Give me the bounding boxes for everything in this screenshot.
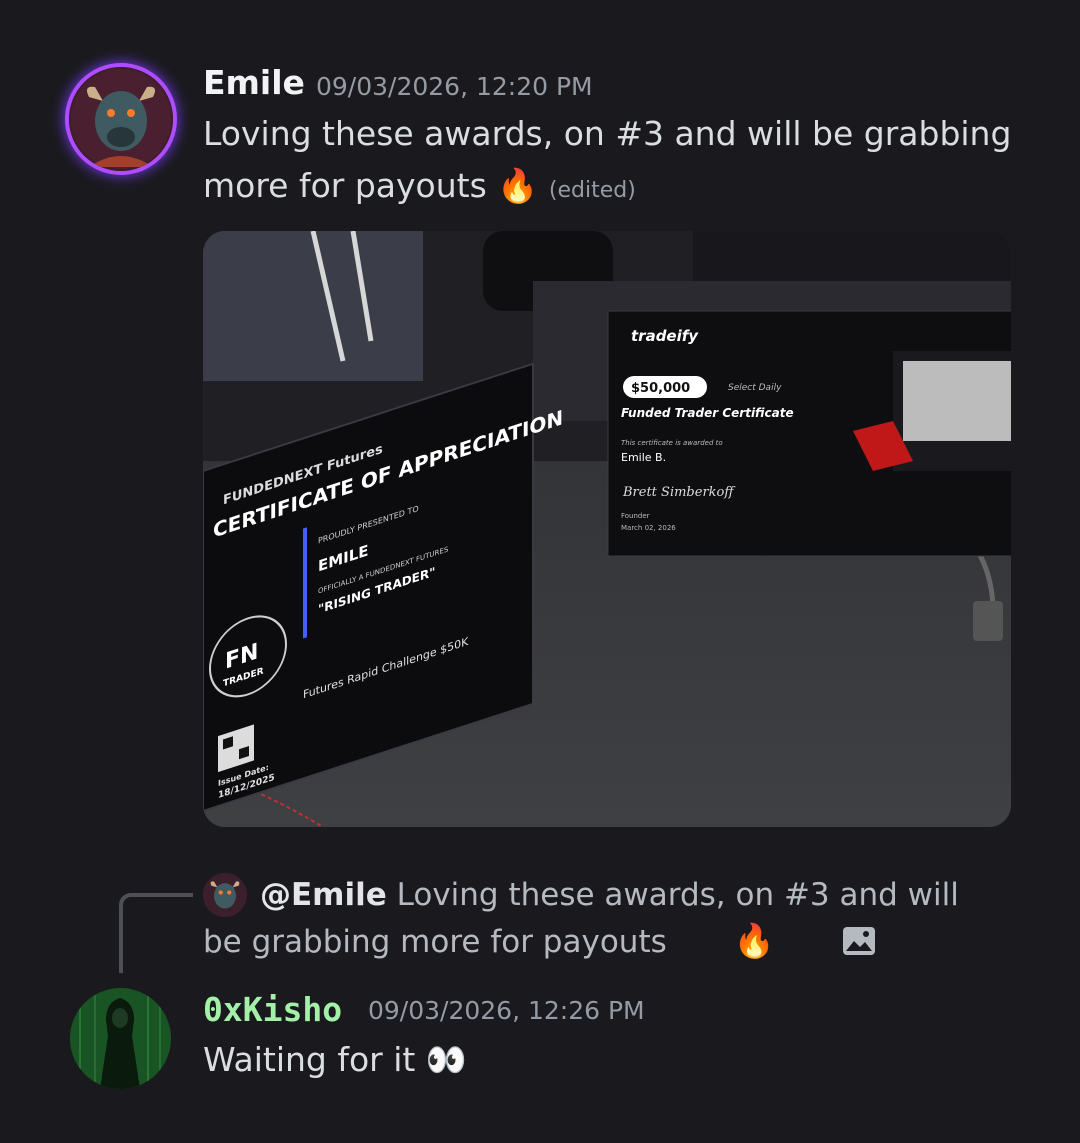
- tradeify-date: March 02, 2026: [621, 524, 676, 532]
- reply-preview[interactable]: @Emile Loving these awards, on #3 and wi…: [203, 872, 1003, 969]
- message-timestamp: 09/03/2026, 12:26 PM: [368, 996, 645, 1025]
- author-name[interactable]: Emile: [203, 63, 305, 102]
- tradeify-amount: $50,000: [631, 381, 690, 396]
- reply-connector: [119, 893, 193, 973]
- tradeify-plan: Select Daily: [728, 383, 782, 393]
- message-timestamp: 09/03/2026, 12:20 PM: [316, 72, 593, 101]
- message-text: Waiting for it 👀: [203, 1034, 467, 1086]
- reply-mention[interactable]: @Emile: [260, 877, 387, 913]
- image-attachment[interactable]: FUNDEDNEXT Futures CERTIFICATE OF APPREC…: [203, 231, 1011, 827]
- certificates-photo: FUNDEDNEXT Futures CERTIFICATE OF APPREC…: [203, 231, 1011, 827]
- message-line-2: more for payouts 🔥 (edited): [203, 160, 1023, 217]
- image-icon: [785, 923, 876, 969]
- tradeify-role: Founder: [621, 512, 650, 520]
- reply-fire-emoji-icon: 🔥: [733, 921, 775, 960]
- tradeify-brand: tradeify: [631, 327, 699, 345]
- message-line-2-text: more for payouts: [203, 166, 487, 205]
- tradeify-title: Funded Trader Certificate: [621, 406, 794, 420]
- avatar-0xkisho[interactable]: [70, 988, 171, 1089]
- author-name[interactable]: 0xKisho: [203, 990, 342, 1029]
- message-text-body: Waiting for it: [203, 1040, 416, 1079]
- message-line-1: Loving these awards, on #3 and will be g…: [203, 114, 1012, 153]
- tradeify-awarded: This certificate is awarded to: [621, 439, 723, 447]
- tradeify-signature: Brett Simberkoff: [622, 485, 736, 500]
- fire-emoji-icon: 🔥: [497, 166, 539, 205]
- tradeify-name: Emile B.: [621, 451, 666, 464]
- message-text: Loving these awards, on #3 and will be g…: [203, 108, 1023, 217]
- edited-label: (edited): [548, 178, 636, 203]
- reply-text-line-2: grabbing more for payouts: [251, 924, 667, 960]
- bull-avatar-icon: [69, 67, 173, 171]
- eyes-emoji-icon: 👀: [425, 1040, 467, 1079]
- avatar-emile[interactable]: [69, 67, 173, 171]
- hooded-figure-avatar-icon: [70, 988, 171, 1089]
